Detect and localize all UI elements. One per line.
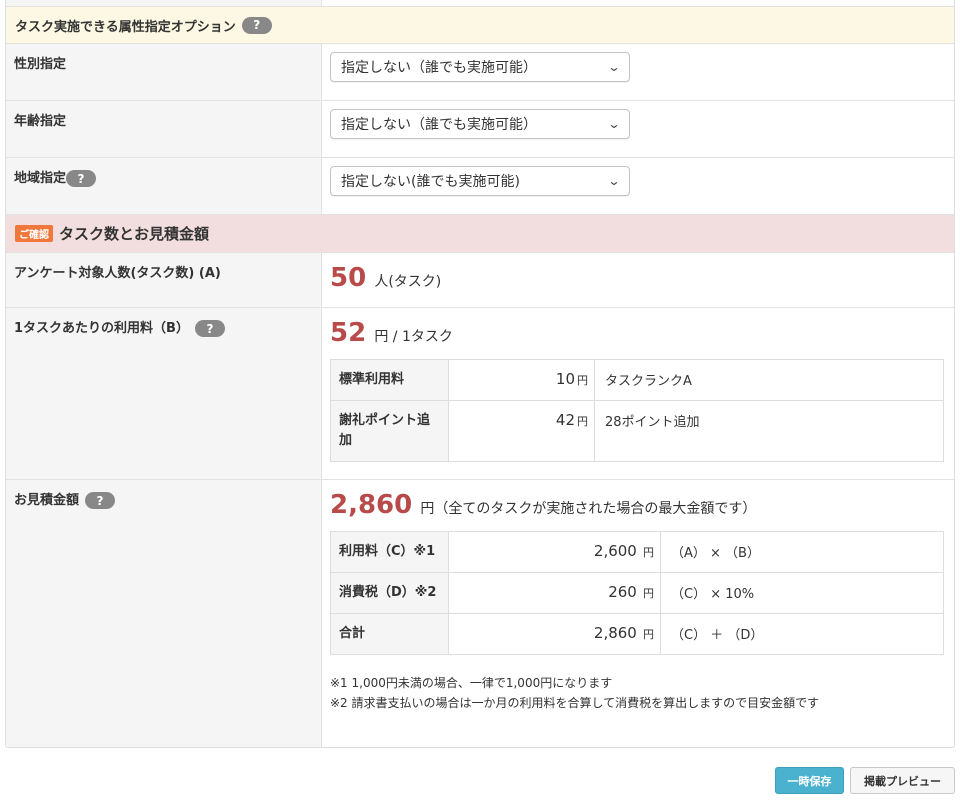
help-icon[interactable]: ? <box>85 492 116 509</box>
amount-cell: 2,600 円 <box>448 531 661 573</box>
yen-unit: 円 <box>643 546 654 559</box>
note-cell: タスクランクA <box>594 359 944 401</box>
gender-label: 性別指定 <box>14 57 67 72</box>
chevron-down-icon: ⌄ <box>607 60 621 74</box>
row-header: 謝礼ポイント追加 <box>330 400 449 462</box>
table-row: 謝礼ポイント追加 42 円 28ポイント追加 <box>330 400 944 462</box>
yen-unit: 円 <box>577 374 588 387</box>
chevron-down-icon: ⌄ <box>607 117 621 131</box>
respondents-label-cell: アンケート対象人数(タスク数) (A) <box>6 253 322 307</box>
age-select-value: 指定しない（誰でも実施可能） <box>341 117 537 133</box>
amount-cell: 2,860 円 <box>448 613 661 655</box>
chevron-down-icon: ⌄ <box>607 174 621 188</box>
row-header: 合計 <box>330 613 449 655</box>
age-label: 年齢指定 <box>14 114 67 129</box>
region-select-value: 指定しない(誰でも実施可能) <box>341 174 520 190</box>
estimate-label: お見積金額 <box>14 493 80 508</box>
per-task-label-cell: 1タスクあたりの利用料（B） ? <box>6 308 322 479</box>
region-row: 地域指定 ? 指定しない(誰でも実施可能) ⌄ <box>6 157 954 214</box>
amount: 42 <box>555 411 575 429</box>
age-label-cell: 年齢指定 <box>6 101 322 157</box>
row-header: 利用料（C）※1 <box>330 531 449 573</box>
options-section-header: タスク実施できる属性指定オプション ? <box>6 6 954 43</box>
age-row: 年齢指定 指定しない（誰でも実施可能） ⌄ <box>6 100 954 157</box>
estimate-row: お見積金額 ? 2,860 円（全てのタスクが実施された場合の最大金額です） 利… <box>6 479 954 747</box>
estimate-label-cell: お見積金額 ? <box>6 480 322 747</box>
table-row: 合計 2,860 円 （C） ＋ （D） <box>330 613 944 655</box>
per-task-value: 52 <box>330 318 367 348</box>
per-task-row: 1タスクあたりの利用料（B） ? 52 円 / 1タスク 標準利用料 10 円 タ… <box>6 307 954 479</box>
gender-select[interactable]: 指定しない（誰でも実施可能） ⌄ <box>330 52 630 82</box>
note-cell: （A） × （B） <box>660 531 944 573</box>
table-row: 標準利用料 10 円 タスクランクA <box>330 359 944 401</box>
amount: 10 <box>555 370 575 388</box>
amount-cell: 42 円 <box>448 400 595 462</box>
yen-unit: 円 <box>577 415 588 428</box>
region-select[interactable]: 指定しない(誰でも実施可能) ⌄ <box>330 166 630 196</box>
help-icon[interactable]: ? <box>241 16 272 34</box>
table-row: 利用料（C）※1 2,600 円 （A） × （B） <box>330 531 944 573</box>
confirm-section-header: ご確認 タスク数とお見積金額 <box>6 214 954 252</box>
action-buttons: 一時保存 掲載プレビュー <box>775 767 955 794</box>
amount-cell: 260 円 <box>448 572 661 614</box>
row-header: 消費税（D）※2 <box>330 572 449 614</box>
gender-label-cell: 性別指定 <box>6 44 322 100</box>
per-task-label: 1タスクあたりの利用料（B） <box>14 321 189 336</box>
region-label-cell: 地域指定 ? <box>6 158 322 214</box>
age-select[interactable]: 指定しない（誰でも実施可能） ⌄ <box>330 109 630 139</box>
yen-unit: 円 <box>643 628 654 641</box>
amount: 2,860 <box>593 624 637 642</box>
yen-unit: 円 <box>643 587 654 600</box>
gender-row: 性別指定 指定しない（誰でも実施可能） ⌄ <box>6 43 954 100</box>
footnotes: ※1 1,000円未満の場合、一律で1,000円になります ※2 請求書支払いの… <box>330 673 946 715</box>
confirm-badge: ご確認 <box>15 225 53 242</box>
note-cell: （C） × 10% <box>660 572 944 614</box>
respondents-unit: 人(タスク) <box>374 274 442 290</box>
gender-select-value: 指定しない（誰でも実施可能） <box>341 60 537 76</box>
table-row: 消費税（D）※2 260 円 （C） × 10% <box>330 572 944 614</box>
footnote: ※1 1,000円未満の場合、一律で1,000円になります <box>330 676 613 690</box>
amount-cell: 10 円 <box>448 359 595 401</box>
row-header: 標準利用料 <box>330 359 449 401</box>
top-row-remnant <box>6 0 954 6</box>
note-cell: （C） ＋ （D） <box>660 613 944 655</box>
confirm-section-title: タスク数とお見積金額 <box>59 225 210 243</box>
note-cell: 28ポイント追加 <box>594 400 944 462</box>
amount: 2,600 <box>593 542 637 560</box>
per-task-breakdown-table: 標準利用料 10 円 タスクランクA 謝礼ポイント追加 42 円 28ポイント追加 <box>330 359 944 462</box>
help-icon[interactable]: ? <box>194 320 225 337</box>
options-section-title: タスク実施できる属性指定オプション <box>15 19 236 35</box>
help-icon[interactable]: ? <box>66 170 97 187</box>
save-draft-button[interactable]: 一時保存 <box>775 767 844 794</box>
respondents-row: アンケート対象人数(タスク数) (A) 50 人(タスク) <box>6 252 954 307</box>
respondents-value: 50 <box>330 263 367 293</box>
estimate-breakdown-table: 利用料（C）※1 2,600 円 （A） × （B） 消費税（D）※2 260 … <box>330 531 944 655</box>
footnote: ※2 請求書支払いの場合は一か月の利用料を合算して消費税を算出しますので目安金額… <box>330 696 820 710</box>
per-task-unit: 円 / 1タスク <box>374 329 453 345</box>
survey-settings-form: タスク実施できる属性指定オプション ? 性別指定 指定しない（誰でも実施可能） … <box>5 0 955 748</box>
region-label: 地域指定 <box>14 171 67 186</box>
estimate-unit: 円（全てのタスクが実施された場合の最大金額です） <box>420 501 757 517</box>
amount: 260 <box>608 583 637 601</box>
preview-button[interactable]: 掲載プレビュー <box>850 767 955 794</box>
respondents-label: アンケート対象人数(タスク数) (A) <box>14 266 221 281</box>
estimate-value: 2,860 <box>330 490 413 520</box>
